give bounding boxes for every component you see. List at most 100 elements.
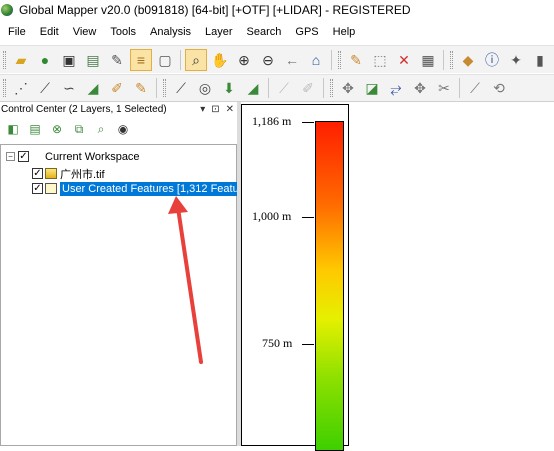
workspace-checkbox[interactable]: ✓ xyxy=(18,151,29,162)
raster-layer-icon xyxy=(45,168,57,179)
panel-controls: ▾ ⊡ ✕ xyxy=(200,104,234,115)
menu-search[interactable]: Search xyxy=(247,26,282,38)
control-center-panel: Control Center (2 Layers, 1 Selected) ▾ … xyxy=(0,102,256,446)
close-icon[interactable]: ✕ xyxy=(226,104,234,115)
move-feature-icon[interactable]: ✥ xyxy=(409,77,431,99)
rotate-icon[interactable]: ⟲ xyxy=(488,77,510,99)
zoom-tool-icon[interactable]: ⌕ xyxy=(185,48,207,71)
split-icon[interactable]: ⥂ xyxy=(385,77,407,99)
zoom-in-icon[interactable]: ⊕ xyxy=(233,49,255,71)
menu-view[interactable]: View xyxy=(73,26,97,38)
wrench-icon[interactable]: ✎ xyxy=(106,49,128,71)
toolbar-separator xyxy=(459,78,460,98)
layer-checkbox[interactable]: ✓ xyxy=(32,168,43,179)
layer-tree: − ✓ Current Workspace ✓ 广州市.tif ✓ User C… xyxy=(0,144,256,446)
measure-line-icon[interactable]: ⟋ xyxy=(170,77,192,99)
vector-layer-icon xyxy=(45,183,57,194)
pin-icon[interactable]: ⬇ xyxy=(218,77,240,99)
layer-zoom-icon[interactable]: ⌕ xyxy=(92,120,110,138)
dropdown-icon[interactable]: ▾ xyxy=(200,104,205,115)
control-center-header: Control Center (2 Layers, 1 Selected) ▾ … xyxy=(0,102,237,116)
snap-icon[interactable]: ⟋ xyxy=(464,77,486,99)
control-center-title: Control Center (2 Layers, 1 Selected) xyxy=(1,103,167,115)
menu-analysis[interactable]: Analysis xyxy=(150,26,191,38)
elevation-label-750: 750 m xyxy=(262,336,293,350)
map-view[interactable]: 1,186 m 1,000 m 750 m xyxy=(241,102,554,451)
layer-checkbox[interactable]: ✓ xyxy=(32,183,43,194)
create-point-line-icon[interactable]: ⋰ xyxy=(10,77,32,99)
toolbar-grip[interactable] xyxy=(338,50,341,69)
layer-name-selected: User Created Features [1,312 Features xyxy=(60,181,256,196)
delete-icon[interactable]: ✕ xyxy=(393,49,415,71)
menu-layer[interactable]: Layer xyxy=(205,26,233,38)
select-rect-icon[interactable]: ⬚ xyxy=(369,49,391,71)
layer-export-icon[interactable]: ⧉ xyxy=(70,120,88,138)
close-layer-icon[interactable]: ⊗ xyxy=(48,120,66,138)
elevation-tick xyxy=(302,217,314,218)
spacer-icon[interactable]: ▮ xyxy=(529,49,551,71)
toolbar-grip[interactable] xyxy=(3,50,6,69)
toolbar-grip[interactable] xyxy=(450,50,453,69)
toolbar-separator xyxy=(331,49,332,70)
toolbar-separator xyxy=(323,78,324,98)
measure-ruler-icon[interactable]: ◆ xyxy=(457,49,479,71)
elevation-label-1000: 1,000 m xyxy=(252,209,292,223)
open-folder-icon[interactable]: ▰ xyxy=(10,49,32,71)
menu-gps[interactable]: GPS xyxy=(295,26,318,38)
layers-icon[interactable]: ≡ xyxy=(130,48,152,71)
edit-vertices-icon[interactable]: ◪ xyxy=(361,77,383,99)
pin-panel-icon[interactable]: ⊡ xyxy=(211,104,219,115)
elevation-legend: 1,186 m 1,000 m 750 m xyxy=(241,104,349,451)
save-icon[interactable]: ▣ xyxy=(58,49,80,71)
menu-file[interactable]: File xyxy=(8,26,26,38)
disabled-edit-icon[interactable]: ✐ xyxy=(297,77,319,99)
toolbar-grip[interactable] xyxy=(3,79,6,97)
menu-help[interactable]: Help xyxy=(333,26,356,38)
layer-row-tif[interactable]: ✓ 广州市.tif xyxy=(29,166,105,181)
menu-edit[interactable]: Edit xyxy=(40,26,59,38)
create-line-icon[interactable]: ⟋ xyxy=(34,77,56,99)
toolbar-grip[interactable] xyxy=(330,79,333,97)
edit-line-icon[interactable]: ✐ xyxy=(106,77,128,99)
info-icon[interactable]: ⓘ xyxy=(481,49,503,71)
back-arrow-icon[interactable]: ← xyxy=(281,49,303,71)
menu-tools[interactable]: Tools xyxy=(110,26,136,38)
create-area-icon[interactable]: ◢ xyxy=(82,77,104,99)
target-icon[interactable]: ◎ xyxy=(194,77,216,99)
draw-pencil-icon[interactable]: ✎ xyxy=(130,77,152,99)
workspace-label: Current Workspace xyxy=(45,150,140,163)
elevation-tick xyxy=(302,344,314,345)
config-icon[interactable]: ▤ xyxy=(82,49,104,71)
toolbar-grip[interactable] xyxy=(163,79,166,97)
toolbar-separator xyxy=(156,78,157,98)
globe-icon[interactable]: ● xyxy=(34,49,56,71)
control-center-toolbar: ◧ ▤ ⊗ ⧉ ⌕ ◉ xyxy=(0,116,237,142)
digitizer-icon[interactable]: ✦ xyxy=(505,49,527,71)
disabled-line-icon[interactable]: ⟋ xyxy=(273,77,295,99)
show-hide-icon[interactable]: ◉ xyxy=(114,120,132,138)
scissors-icon[interactable]: ✂ xyxy=(433,77,455,99)
window-title: Global Mapper v20.0 (b091818) [64-bit] [… xyxy=(19,3,411,17)
layer-metadata-icon[interactable]: ▤ xyxy=(26,120,44,138)
zoom-out-icon[interactable]: ⊖ xyxy=(257,49,279,71)
create-curve-icon[interactable]: ∽ xyxy=(58,77,80,99)
elevation-tick xyxy=(302,122,314,123)
collapse-icon[interactable]: − xyxy=(6,152,15,161)
layer-name: 广州市.tif xyxy=(60,168,105,181)
toolbar-separator xyxy=(268,78,269,98)
home-icon[interactable]: ⌂ xyxy=(305,49,327,71)
elevation-label-max: 1,186 m xyxy=(252,114,292,128)
move-vertex-icon[interactable]: ✥ xyxy=(337,77,359,99)
edit-pencil-icon[interactable]: ✎ xyxy=(345,49,367,71)
main-toolbar: ▰ ● ▣ ▤ ✎ ≡ ▢ ⌕ ✋ ⊕ ⊖ ← ⌂ ✎ ⬚ ✕ ▦ ◆ ⓘ ✦ … xyxy=(0,45,554,73)
app-globe-icon xyxy=(1,4,13,16)
layer-options-icon[interactable]: ◧ xyxy=(4,120,22,138)
table-icon[interactable]: ▦ xyxy=(417,49,439,71)
digitizer-toolbar: ⋰ ⟋ ∽ ◢ ✐ ✎ ⟋ ◎ ⬇ ◢ ⟋ ✐ ✥ ◪ ⥂ ✥ ✂ ⟋ ⟲ xyxy=(0,74,554,102)
overview-map-icon[interactable]: ▢ xyxy=(154,49,176,71)
title-bar: Global Mapper v20.0 (b091818) [64-bit] [… xyxy=(0,0,554,20)
area-edit-icon[interactable]: ◢ xyxy=(242,77,264,99)
tree-root-row[interactable]: − ✓ Current Workspace xyxy=(6,149,140,164)
layer-row-features[interactable]: ✓ User Created Features [1,312 Features xyxy=(29,181,256,196)
pan-hand-icon[interactable]: ✋ xyxy=(209,49,231,71)
